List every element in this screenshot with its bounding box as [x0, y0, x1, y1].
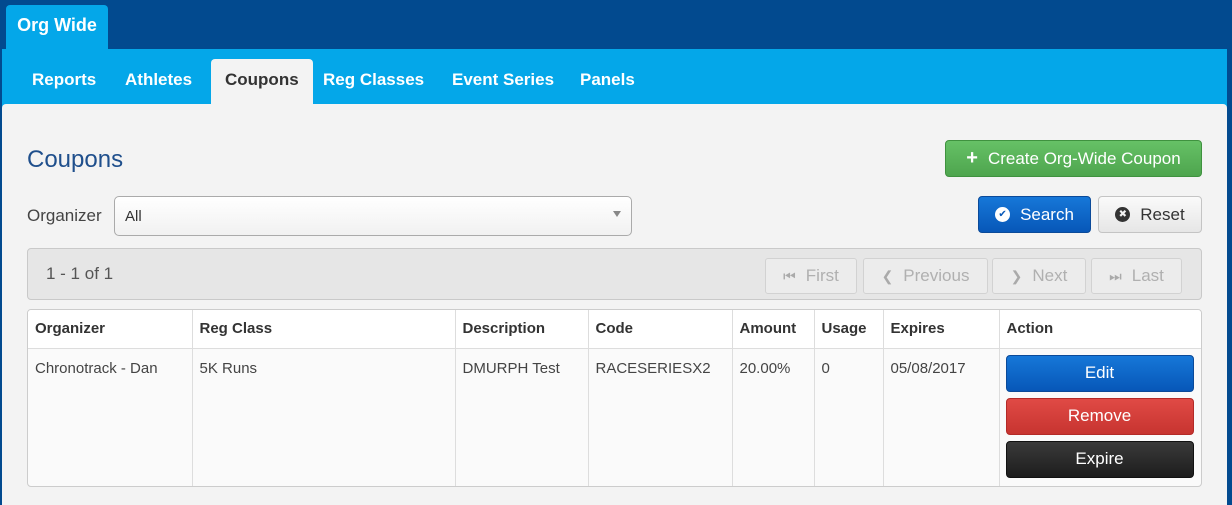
organizer-label: Organizer: [27, 206, 102, 225]
pagination-bar: 1 - 1 of 1 ⏮ First ❮ Previous ❯ Next ⏭ L…: [27, 248, 1202, 300]
chevron-right-icon: ❯: [1010, 267, 1023, 284]
first-page-button[interactable]: ⏮ First: [765, 258, 857, 294]
create-org-wide-coupon-button[interactable]: + Create Org-Wide Coupon: [945, 140, 1202, 177]
last-label: Last: [1131, 266, 1164, 285]
previous-page-button[interactable]: ❮ Previous: [863, 258, 988, 294]
tab-event-series[interactable]: Event Series: [438, 59, 568, 105]
organizer-select-value: All: [125, 207, 142, 225]
remove-button[interactable]: Remove: [1005, 397, 1194, 435]
cell-action: Edit Remove Expire: [999, 348, 1201, 486]
content-panel: Coupons + Create Org-Wide Coupon Organiz…: [2, 104, 1227, 505]
create-coupon-label: Create Org-Wide Coupon: [987, 148, 1181, 168]
first-page-icon: ⏮: [783, 267, 796, 284]
last-page-icon: ⏭: [1109, 267, 1122, 284]
chevron-left-icon: ❮: [881, 267, 894, 284]
coupons-table: Organizer Reg Class Description Code Amo…: [27, 309, 1202, 487]
reset-label: Reset: [1140, 204, 1185, 224]
next-label: Next: [1032, 266, 1068, 285]
cell-description: DMURPH Test: [455, 348, 589, 486]
tab-reg-classes[interactable]: Reg Classes: [309, 59, 438, 105]
cell-organizer: Chronotrack - Dan: [28, 348, 193, 486]
tab-coupons[interactable]: Coupons: [211, 59, 313, 105]
col-description[interactable]: Description: [455, 310, 589, 349]
col-action: Action: [999, 310, 1201, 349]
col-code[interactable]: Code: [588, 310, 733, 349]
result-range: 1 - 1 of 1: [46, 264, 114, 283]
col-expires[interactable]: Expires: [883, 310, 1000, 349]
page-title: Coupons: [27, 146, 124, 173]
tab-panels[interactable]: Panels: [566, 59, 649, 105]
table-header-row: Organizer Reg Class Description Code Amo…: [28, 310, 1201, 349]
col-reg-class[interactable]: Reg Class: [192, 310, 456, 349]
cell-expires: 05/08/2017: [883, 348, 1000, 486]
main-nav: Reports Athletes Coupons Reg Classes Eve…: [2, 49, 1227, 109]
edit-button[interactable]: Edit: [1005, 354, 1194, 392]
search-label: Search: [1020, 204, 1074, 224]
cell-code: RACESERIESX2: [588, 348, 733, 486]
check-circle-icon: ✔: [995, 207, 1011, 222]
organizer-select[interactable]: All: [114, 196, 632, 236]
cell-amount: 20.00%: [732, 348, 815, 486]
col-usage[interactable]: Usage: [814, 310, 884, 349]
search-button[interactable]: ✔ Search: [978, 196, 1091, 233]
reset-circle-icon: ✖: [1115, 207, 1131, 222]
plus-icon: +: [966, 147, 978, 169]
reset-button[interactable]: ✖ Reset: [1098, 196, 1202, 233]
col-organizer[interactable]: Organizer: [28, 310, 193, 349]
previous-label: Previous: [903, 266, 970, 285]
org-wide-tab[interactable]: Org Wide: [6, 5, 108, 50]
table-row: Chronotrack - Dan 5K Runs DMURPH Test RA…: [28, 348, 1201, 486]
cell-reg-class: 5K Runs: [192, 348, 456, 486]
last-page-button[interactable]: ⏭ Last: [1091, 258, 1182, 294]
next-page-button[interactable]: ❯ Next: [992, 258, 1086, 294]
col-amount[interactable]: Amount: [732, 310, 815, 349]
tab-athletes[interactable]: Athletes: [111, 59, 206, 105]
expire-button[interactable]: Expire: [1005, 440, 1194, 478]
tab-reports[interactable]: Reports: [18, 59, 110, 105]
caret-down-icon: [613, 211, 621, 217]
first-label: First: [805, 266, 839, 285]
cell-usage: 0: [814, 348, 884, 486]
